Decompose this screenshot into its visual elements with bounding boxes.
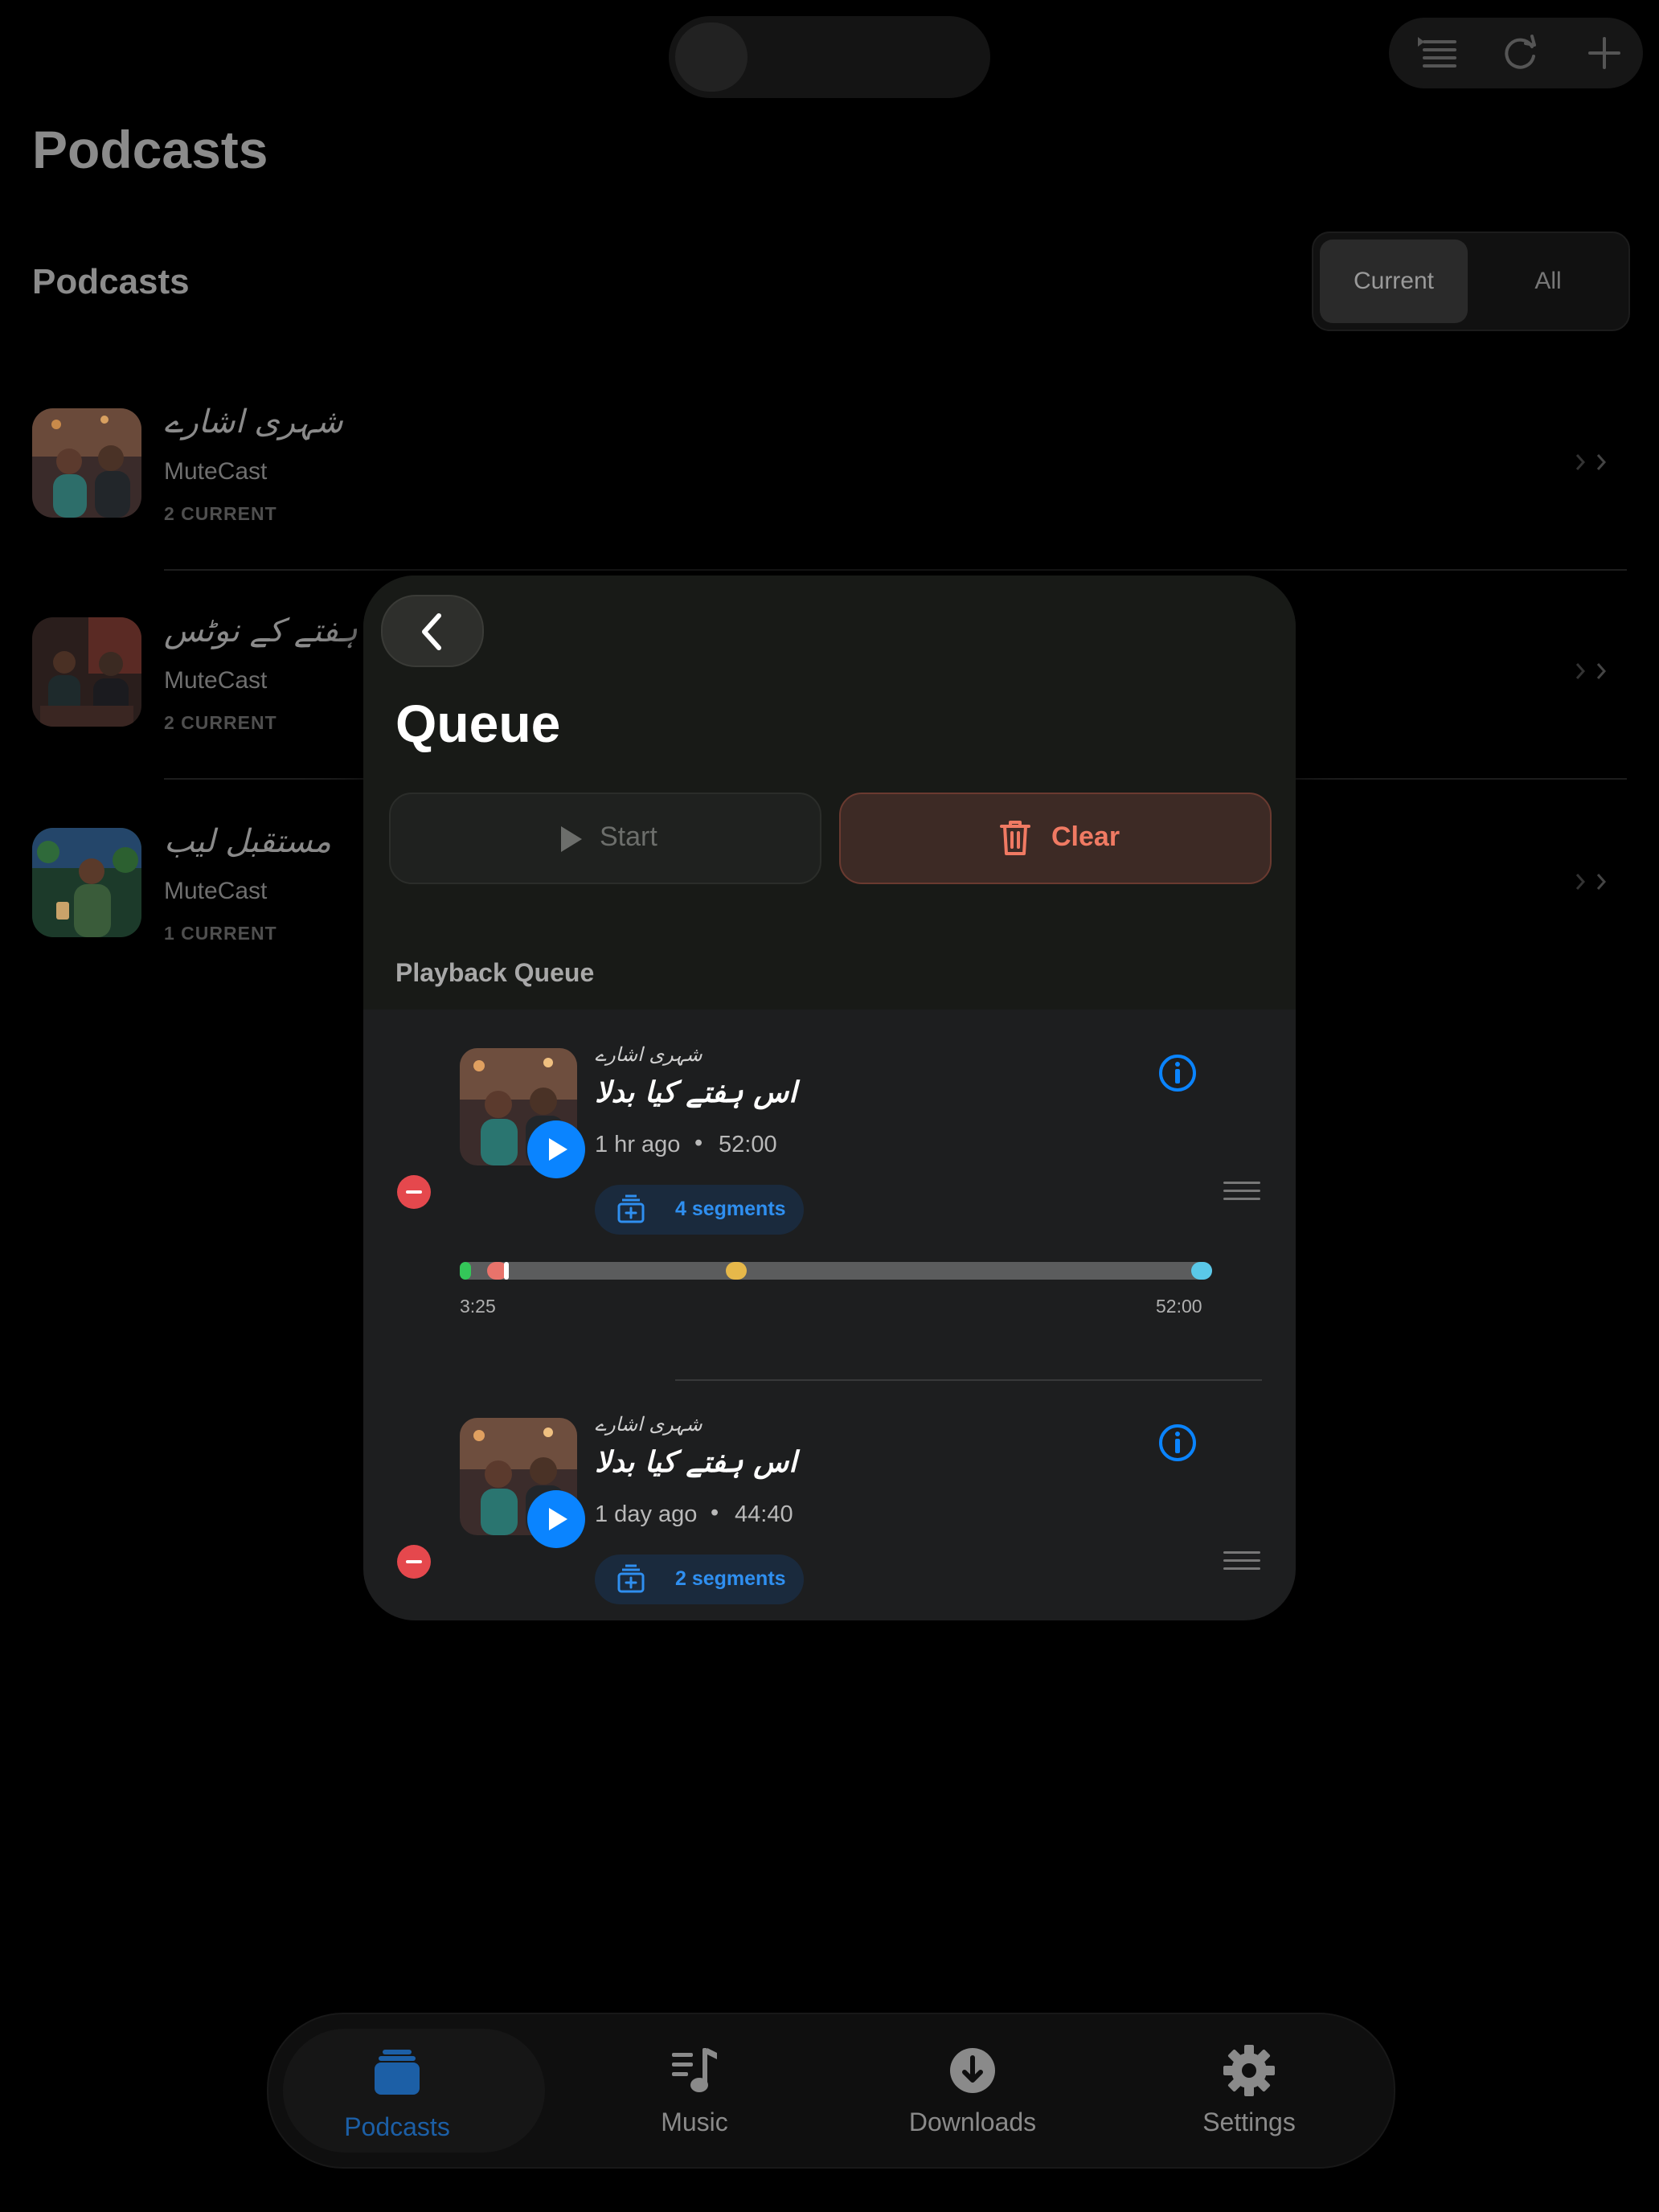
current-count: 2 CURRENT bbox=[164, 712, 277, 733]
section-title: Podcasts bbox=[32, 262, 190, 301]
segments-label: 2 segments bbox=[675, 1567, 786, 1590]
podcast-title: مستقبل لیب bbox=[164, 823, 332, 860]
remove-button[interactable] bbox=[397, 1175, 431, 1209]
filter-segmented-control: Current All bbox=[1312, 231, 1630, 331]
segments-label: 4 segments bbox=[675, 1198, 786, 1220]
top-toolbar bbox=[1389, 18, 1643, 88]
playhead-marker[interactable] bbox=[503, 1262, 509, 1280]
pill-knob bbox=[675, 23, 748, 92]
play-episode-button[interactable] bbox=[527, 1490, 585, 1548]
back-button[interactable] bbox=[381, 595, 484, 667]
tab-music[interactable]: Music bbox=[566, 2014, 823, 2167]
tab-podcasts[interactable]: Podcasts bbox=[268, 2014, 545, 2167]
drag-handle-icon[interactable] bbox=[1223, 1551, 1260, 1572]
trash-icon bbox=[1000, 821, 1030, 855]
tab-label: Downloads bbox=[908, 2108, 1037, 2136]
podcast-artwork bbox=[32, 408, 141, 518]
row-divider bbox=[164, 569, 1627, 571]
playback-queue-label: Playback Queue bbox=[395, 958, 595, 987]
queue-title: Queue bbox=[395, 694, 561, 753]
chevron-right-icon bbox=[1575, 454, 1607, 470]
episode-duration: 52:00 bbox=[719, 1132, 777, 1157]
segments-stack-icon bbox=[617, 1564, 645, 1593]
chevron-right-icon bbox=[1575, 874, 1607, 890]
episode-podcast-name: شہری اشارے bbox=[595, 1043, 703, 1066]
music-note-icon bbox=[672, 2048, 717, 2092]
drag-handle-icon[interactable] bbox=[1223, 1182, 1260, 1202]
info-icon[interactable] bbox=[1157, 1053, 1198, 1093]
podcast-author: MuteCast bbox=[164, 878, 268, 904]
chevron-right-icon bbox=[1575, 663, 1607, 679]
play-icon bbox=[549, 1508, 567, 1530]
page-title: Podcasts bbox=[32, 120, 268, 179]
segment-marker bbox=[460, 1262, 471, 1280]
segments-stack-icon bbox=[617, 1194, 645, 1223]
current-count: 2 CURRENT bbox=[164, 503, 277, 524]
meta-separator: • bbox=[711, 1500, 719, 1526]
podcast-author: MuteCast bbox=[164, 667, 268, 694]
refresh-icon[interactable] bbox=[1497, 29, 1545, 77]
segments-chip[interactable]: 4 segments bbox=[595, 1185, 804, 1235]
segments-chip[interactable]: 2 segments bbox=[595, 1555, 804, 1604]
episode-title: اس ہفتے کیا بدلا bbox=[595, 1445, 797, 1479]
meta-separator: • bbox=[694, 1130, 703, 1156]
segment-marker bbox=[725, 1262, 747, 1280]
clear-label: Clear bbox=[1051, 821, 1120, 852]
episode-age: 1 hr ago bbox=[595, 1132, 681, 1157]
play-icon bbox=[561, 826, 582, 852]
podcast-artwork bbox=[32, 617, 141, 727]
play-episode-button[interactable] bbox=[527, 1120, 585, 1178]
queue-sheet: Queue Start Clear Playback Queue شہری اش… bbox=[363, 576, 1296, 1620]
play-icon bbox=[549, 1138, 567, 1161]
segment-timeline[interactable] bbox=[460, 1262, 1212, 1280]
queue-item: شہری اشارے اس ہفتے کیا بدلا 1 hr ago • 5… bbox=[363, 1010, 1296, 1379]
remove-button[interactable] bbox=[397, 1545, 431, 1579]
podcasts-stack-icon bbox=[375, 2050, 420, 2095]
podcast-artwork bbox=[32, 828, 141, 937]
tab-bar: Podcasts Music Downloads Settings bbox=[267, 2013, 1395, 2169]
queue-item: شہری اشارے اس ہفتے کیا بدلا 1 day ago • … bbox=[363, 1379, 1296, 1620]
tab-downloads[interactable]: Downloads bbox=[844, 2014, 1101, 2167]
episode-podcast-name: شہری اشارے bbox=[595, 1413, 703, 1436]
download-circle-icon bbox=[950, 2048, 995, 2093]
podcast-author: MuteCast bbox=[164, 458, 268, 485]
start-label: Start bbox=[600, 821, 657, 852]
episode-title: اس ہفتے کیا بدلا bbox=[595, 1075, 797, 1109]
start-button[interactable]: Start bbox=[389, 793, 821, 884]
plus-icon[interactable] bbox=[1580, 29, 1628, 77]
dynamic-island-pill bbox=[669, 16, 990, 98]
filter-current-option[interactable]: Current bbox=[1320, 240, 1468, 323]
tab-settings[interactable]: Settings bbox=[1120, 2014, 1378, 2167]
tab-label: Podcasts bbox=[344, 2112, 450, 2141]
segment-marker bbox=[1191, 1262, 1212, 1280]
podcast-title: ہفتے کے نوٹس bbox=[164, 612, 358, 649]
filter-all-option[interactable]: All bbox=[1474, 240, 1622, 323]
episode-duration: 44:40 bbox=[735, 1501, 793, 1527]
info-icon[interactable] bbox=[1157, 1423, 1198, 1463]
podcast-title: شہری اشارے bbox=[164, 403, 343, 440]
timeline-start-time: 3:25 bbox=[460, 1296, 496, 1317]
queue-header: Queue Start Clear Playback Queue bbox=[363, 576, 1296, 1010]
queue-list-icon[interactable] bbox=[1413, 29, 1461, 77]
gear-icon bbox=[1223, 2045, 1275, 2096]
timeline-end-time: 52:00 bbox=[1156, 1296, 1202, 1317]
chevron-left-icon bbox=[422, 613, 441, 650]
clear-button[interactable]: Clear bbox=[839, 793, 1272, 884]
episode-age: 1 day ago bbox=[595, 1501, 698, 1527]
tab-label: Music bbox=[661, 2108, 728, 2136]
current-count: 1 CURRENT bbox=[164, 923, 277, 944]
tab-label: Settings bbox=[1202, 2108, 1296, 2136]
